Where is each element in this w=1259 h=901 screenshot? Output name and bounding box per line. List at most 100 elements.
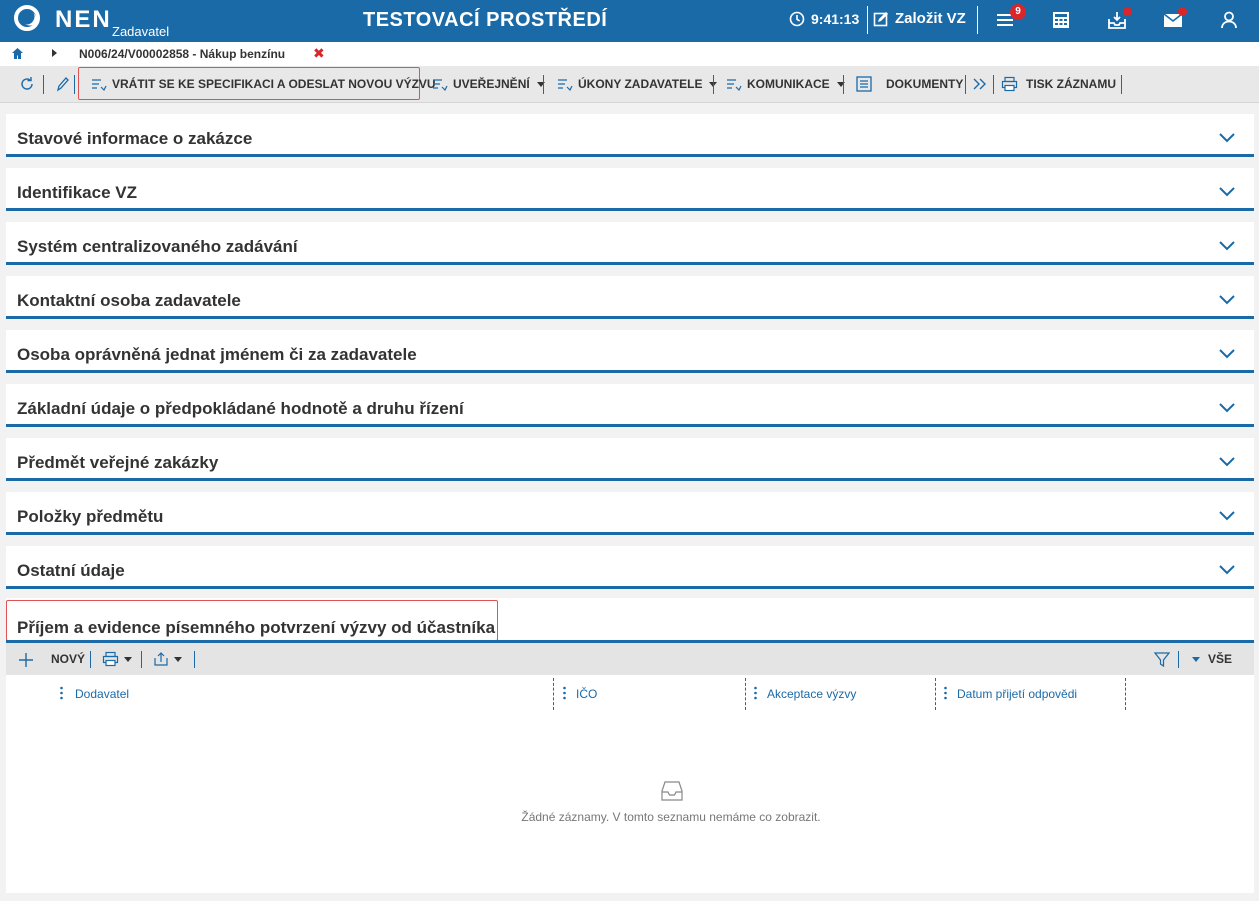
user-icon[interactable]: [1218, 9, 1240, 31]
column-header-supplier[interactable]: Dodavatel: [75, 678, 129, 710]
create-vz-button[interactable]: Založit VZ: [873, 10, 966, 27]
top-bar: NEN Zadavatel TESTOVACÍ PROSTŘEDÍ 9:41:1…: [0, 0, 1259, 42]
divider: [867, 6, 868, 34]
grid-toolbar: NOVÝ VŠE: [6, 643, 1254, 675]
documents-label: DOKUMENTY: [886, 77, 964, 91]
filter-selector[interactable]: VŠE: [1192, 652, 1232, 666]
chevron-down-icon[interactable]: [1218, 563, 1236, 575]
action-toolbar: VRÁTIT SE KE SPECIFIKACI A ODESLAT NOVOU…: [0, 66, 1259, 103]
print-record-label: TISK ZÁZNAMU: [1026, 77, 1116, 91]
section-vz-identification[interactable]: Identifikace VZ: [6, 168, 1254, 211]
section-title: Předmět veřejné zakázky: [17, 453, 219, 472]
workflow-icon: [558, 79, 573, 91]
printer-icon: [102, 651, 119, 667]
filter-icon[interactable]: [1154, 651, 1170, 668]
divider: [993, 75, 994, 94]
column-header-ico[interactable]: IČO: [576, 678, 597, 710]
return-to-specification-button[interactable]: VRÁTIT SE KE SPECIFIKACI A ODESLAT NOVOU…: [91, 66, 436, 102]
home-icon[interactable]: [11, 47, 24, 60]
chevron-down-icon[interactable]: [1218, 401, 1236, 413]
return-to-specification-label: VRÁTIT SE KE SPECIFIKACI A ODESLAT NOVOU…: [112, 77, 436, 91]
divider: [43, 75, 44, 94]
chevron-down-icon[interactable]: [1218, 185, 1236, 197]
section-contract-subject[interactable]: Předmět veřejné zakázky: [6, 438, 1254, 481]
column-menu-icon[interactable]: [944, 686, 947, 700]
column-divider[interactable]: [745, 678, 746, 710]
section-title: Příjem a evidence písemného potvrzení vý…: [17, 618, 496, 637]
section-title: Položky předmětu: [17, 507, 164, 526]
divider: [977, 6, 978, 34]
column-divider[interactable]: [553, 678, 554, 710]
print-record-button[interactable]: TISK ZÁZNAMU: [1001, 66, 1116, 102]
chevron-right-icon: [52, 49, 57, 57]
refresh-icon: [21, 77, 33, 90]
refresh-button[interactable]: [18, 66, 36, 102]
publish-menu[interactable]: UVEŘEJNĚNÍ: [432, 66, 545, 102]
section-title: Identifikace VZ: [17, 183, 137, 202]
publish-label: UVEŘEJNĚNÍ: [453, 77, 530, 91]
section-other-data[interactable]: Ostatní údaje: [6, 546, 1254, 589]
divider: [90, 651, 91, 668]
chevron-down-icon[interactable]: [1218, 509, 1236, 521]
section-title: Stavové informace o zakázce: [17, 129, 253, 148]
contracting-actions-label: ÚKONY ZADAVATELE: [578, 77, 703, 91]
divider: [74, 75, 75, 94]
chevron-down-icon[interactable]: [1218, 455, 1236, 467]
more-actions-button[interactable]: [972, 66, 988, 102]
chevron-down-icon[interactable]: [1218, 131, 1236, 143]
divider: [965, 75, 966, 94]
chevron-down-icon[interactable]: [1218, 293, 1236, 305]
document-icon: [856, 76, 872, 92]
close-record-icon[interactable]: ✖: [313, 45, 325, 62]
edit-button[interactable]: [55, 66, 69, 102]
section-invitation-confirmation: Příjem a evidence písemného potvrzení vý…: [6, 598, 1254, 893]
section-estimated-value[interactable]: Základní údaje o předpokládané hodnotě a…: [6, 384, 1254, 427]
empty-tray-icon: [661, 781, 683, 801]
section-status-info[interactable]: Stavové informace o zakázce: [6, 114, 1254, 157]
column-divider[interactable]: [1125, 678, 1126, 710]
contracting-actions-menu[interactable]: ÚKONY ZADAVATELE: [557, 66, 718, 102]
chevron-down-icon: [124, 656, 132, 662]
divider: [843, 75, 844, 94]
environment-title: TESTOVACÍ PROSTŘEDÍ: [363, 9, 608, 31]
column-divider[interactable]: [935, 678, 936, 710]
column-menu-icon[interactable]: [60, 686, 63, 700]
workflow-icon: [92, 79, 107, 91]
print-menu[interactable]: [102, 651, 132, 667]
divider: [543, 75, 544, 94]
clock-icon: [789, 11, 805, 27]
column-menu-icon[interactable]: [563, 686, 566, 700]
new-record-button[interactable]: NOVÝ: [51, 652, 85, 666]
app-logo-text[interactable]: NEN: [55, 6, 112, 34]
user-role: Zadavatel: [112, 24, 170, 39]
chevron-down-icon[interactable]: [1218, 239, 1236, 251]
column-menu-icon[interactable]: [754, 686, 757, 700]
chevron-down-icon[interactable]: [1218, 347, 1236, 359]
documents-button[interactable]: DOKUMENTY: [855, 66, 963, 102]
filter-selector-label: VŠE: [1208, 652, 1233, 666]
column-header-acceptance[interactable]: Akceptace výzvy: [767, 678, 856, 710]
divider: [713, 75, 714, 94]
export-icon: [154, 652, 168, 666]
export-menu[interactable]: [153, 651, 182, 667]
plus-icon[interactable]: [18, 652, 34, 668]
pencil-icon: [56, 77, 69, 92]
session-timer: 9:41:13: [789, 11, 859, 27]
workflow-icon: [433, 79, 448, 91]
section-authorized-person[interactable]: Osoba oprávněná jednat jménem či za zada…: [6, 330, 1254, 373]
printer-icon: [1001, 76, 1018, 92]
communication-label: KOMUNIKACE: [747, 77, 830, 91]
nen-logo-icon[interactable]: [14, 5, 40, 31]
notifications-badge: 9: [1010, 4, 1026, 20]
section-centralized-procurement[interactable]: Systém centralizovaného zadávání: [6, 222, 1254, 265]
divider: [141, 651, 142, 668]
calculator-icon[interactable]: [1050, 9, 1072, 31]
section-title: Základní údaje o předpokládané hodnotě a…: [17, 399, 464, 418]
column-header-response-date[interactable]: Datum přijetí odpovědi: [957, 678, 1077, 710]
section-title: Systém centralizovaného zadávání: [17, 237, 298, 256]
breadcrumb-record[interactable]: N006/24/V00002858 - Nákup benzínu: [79, 47, 285, 61]
section-subject-items[interactable]: Položky předmětu: [6, 492, 1254, 535]
communication-menu[interactable]: KOMUNIKACE: [726, 66, 845, 102]
double-chevron-right-icon: [973, 78, 986, 90]
section-contact-person[interactable]: Kontaktní osoba zadavatele: [6, 276, 1254, 319]
